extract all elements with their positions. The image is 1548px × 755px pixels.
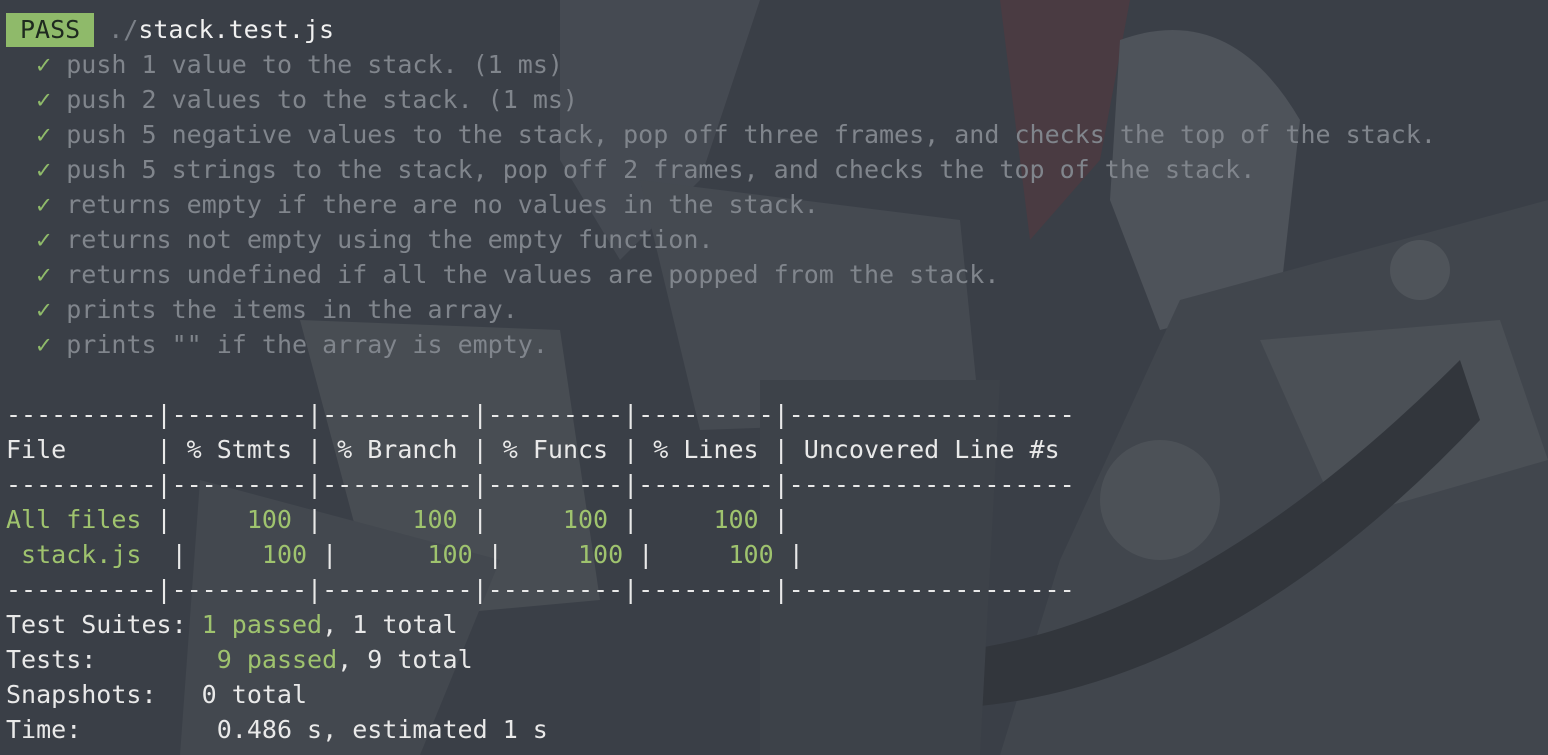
check-icon: ✓ <box>36 330 52 359</box>
pass-badge: PASS <box>6 13 95 47</box>
header-stmts: % Stmts <box>186 435 292 464</box>
check-icon: ✓ <box>36 120 52 149</box>
test-name: push 1 value to the stack. (1 ms) <box>66 50 563 79</box>
table-header-row: File | % Stmts | % Branch | % Funcs | % … <box>6 435 1060 464</box>
test-result: ✓ prints the items in the array. <box>6 292 1436 327</box>
snapshots-value: 0 total <box>201 680 308 709</box>
check-icon: ✓ <box>36 50 52 79</box>
check-icon: ✓ <box>36 85 52 114</box>
test-result: ✓ returns not empty using the empty func… <box>6 222 1436 257</box>
test-list: ✓ push 1 value to the stack. (1 ms) ✓ pu… <box>6 47 1436 362</box>
tests-label: Tests: <box>6 645 97 674</box>
row-branch: 100 <box>412 505 458 534</box>
row-stmts: 100 <box>261 540 308 569</box>
test-name: push 2 values to the stack. (1 ms) <box>66 85 578 114</box>
test-result: ✓ push 2 values to the stack. (1 ms) <box>6 82 1436 117</box>
suites-passed: 1 passed <box>201 610 323 639</box>
suites-label: Test Suites: <box>6 610 187 639</box>
header-file: File <box>6 435 67 464</box>
summary-suites: Test Suites: 1 passed, 1 total <box>6 607 1436 642</box>
summary: Test Suites: 1 passed, 1 total Tests: 9 … <box>6 607 1436 747</box>
row-lines: 100 <box>713 505 759 534</box>
test-result: ✓ returns empty if there are no values i… <box>6 187 1436 222</box>
table-separator: ----------|---------|----------|--------… <box>6 575 1075 604</box>
check-icon: ✓ <box>36 190 52 219</box>
row-stmts: 100 <box>246 505 292 534</box>
test-result: ✓ push 1 value to the stack. (1 ms) <box>6 47 1436 82</box>
test-result: ✓ push 5 negative values to the stack, p… <box>6 117 1436 152</box>
time-label: Time: <box>6 715 82 744</box>
test-file-header: PASS ./stack.test.js <box>6 12 1436 47</box>
test-name: prints "" if the array is empty. <box>66 330 548 359</box>
path-prefix: ./ <box>108 15 139 44</box>
check-icon: ✓ <box>36 225 52 254</box>
row-branch: 100 <box>427 540 473 569</box>
test-file-name: stack.test.js <box>138 15 334 44</box>
table-row: All files | 100 | 100 | 100 | 100 | <box>6 505 804 534</box>
row-funcs: 100 <box>562 505 609 534</box>
check-icon: ✓ <box>36 155 52 184</box>
row-file: All files <box>6 505 142 534</box>
table-row: stack.js | 100 | 100 | 100 | 100 | <box>6 540 819 569</box>
test-result: ✓ returns undefined if all the values ar… <box>6 257 1436 292</box>
test-result: ✓ prints "" if the array is empty. <box>6 327 1436 362</box>
check-icon: ✓ <box>36 260 52 289</box>
header-lines: % Lines <box>653 435 759 464</box>
table-separator: ----------|---------|----------|--------… <box>6 470 1075 499</box>
summary-tests: Tests: 9 passed, 9 total <box>6 642 1436 677</box>
suites-total: , 1 total <box>322 610 458 639</box>
tests-total: , 9 total <box>337 645 473 674</box>
summary-time: Time: 0.486 s, estimated 1 s <box>6 712 1436 747</box>
test-name: returns not empty using the empty functi… <box>66 225 714 254</box>
row-file: stack.js <box>6 540 142 569</box>
header-uncovered: Uncovered Line #s <box>803 435 1060 464</box>
time-value: 0.486 s, estimated 1 s <box>216 715 548 744</box>
test-name: prints the items in the array. <box>66 295 518 324</box>
test-name: push 5 strings to the stack, pop off 2 f… <box>66 155 1256 184</box>
row-funcs: 100 <box>577 540 624 569</box>
snapshots-label: Snapshots: <box>6 680 157 709</box>
test-name: returns empty if there are no values in … <box>66 190 819 219</box>
test-name: push 5 negative values to the stack, pop… <box>66 120 1436 149</box>
test-name: returns undefined if all the values are … <box>66 260 1000 289</box>
test-result: ✓ push 5 strings to the stack, pop off 2… <box>6 152 1436 187</box>
summary-snapshots: Snapshots: 0 total <box>6 677 1436 712</box>
table-separator: ----------|---------|----------|--------… <box>6 400 1075 429</box>
check-icon: ✓ <box>36 295 52 324</box>
tests-passed: 9 passed <box>216 645 338 674</box>
header-funcs: % Funcs <box>502 435 609 464</box>
terminal-output: PASS ./stack.test.js ✓ push 1 value to th… <box>6 12 1436 747</box>
coverage-table: ----------|---------|----------|--------… <box>6 397 1436 607</box>
header-branch: % Branch <box>337 435 458 464</box>
row-lines: 100 <box>728 540 774 569</box>
